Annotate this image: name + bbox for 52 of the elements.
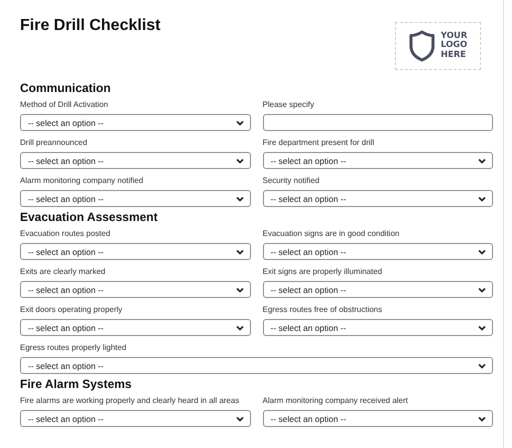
page-title: Fire Drill Checklist [20,16,160,36]
input-field[interactable] [262,114,493,131]
select-field[interactable]: -- select an option -- [20,152,250,169]
field-label: Method of Drill Activation [20,100,110,110]
field-label: Drill preannounced [20,138,88,148]
select-field[interactable]: -- select an option -- [20,357,493,374]
select-field[interactable]: -- select an option -- [20,319,250,336]
chevron-down-icon [236,286,244,292]
field-label: Alarm monitoring company notified [20,176,144,186]
select-field[interactable]: -- select an option -- [262,281,493,298]
select-field[interactable]: -- select an option -- [20,243,250,260]
select-field[interactable]: -- select an option -- [20,114,250,131]
chevron-down-icon [236,416,244,422]
chevron-down-icon [236,158,244,164]
logo-text: YOUR [440,32,468,41]
chevron-down-icon [478,416,486,422]
field-label: Alarm monitoring company received alert [262,396,409,406]
select-field[interactable]: -- select an option -- [262,319,493,336]
field-label: Security notified [262,176,320,186]
field-label: Fire department present for drill [262,138,376,148]
logo-text: HERE [440,50,467,60]
field-label: Fire alarms are working properly and clearly heard in all areas [20,396,240,406]
field-label: Please specify [262,100,316,110]
select-field[interactable]: -- select an option -- [20,190,250,207]
field-label: Evacuation signs are in good condition [262,229,400,239]
field-label: Exits are clearly marked [20,267,106,277]
chevron-down-icon [236,120,244,126]
select-field[interactable]: -- select an option -- [262,190,493,207]
chevron-down-icon [478,324,486,330]
chevron-down-icon [478,196,486,202]
field-label: Exit doors operating properly [20,305,124,315]
select-field[interactable]: -- select an option -- [20,281,250,298]
field-label: Exit signs are properly illuminated [262,267,384,277]
section-heading: Fire Alarm Systems [20,377,133,391]
logo-text: LOGO [440,41,468,50]
chevron-down-icon [478,158,486,164]
chevron-down-icon [478,248,486,254]
section-heading: Evacuation Assessment [20,210,159,224]
chevron-down-icon [478,362,486,368]
select-field[interactable]: -- select an option -- [262,410,493,427]
chevron-down-icon [236,196,244,202]
section-heading: Communication [20,81,112,95]
field-label: Evacuation routes posted [20,229,112,239]
select-field[interactable]: -- select an option -- [262,152,493,169]
chevron-down-icon [236,248,244,254]
chevron-down-icon [236,324,244,330]
select-field[interactable]: -- select an option -- [262,243,493,260]
field-label: Egress routes free of obstructions [262,305,384,315]
shield-icon [408,30,435,62]
chevron-down-icon [478,286,486,292]
select-field[interactable]: -- select an option -- [20,410,250,427]
field-label: Egress routes properly lighted [20,343,128,353]
